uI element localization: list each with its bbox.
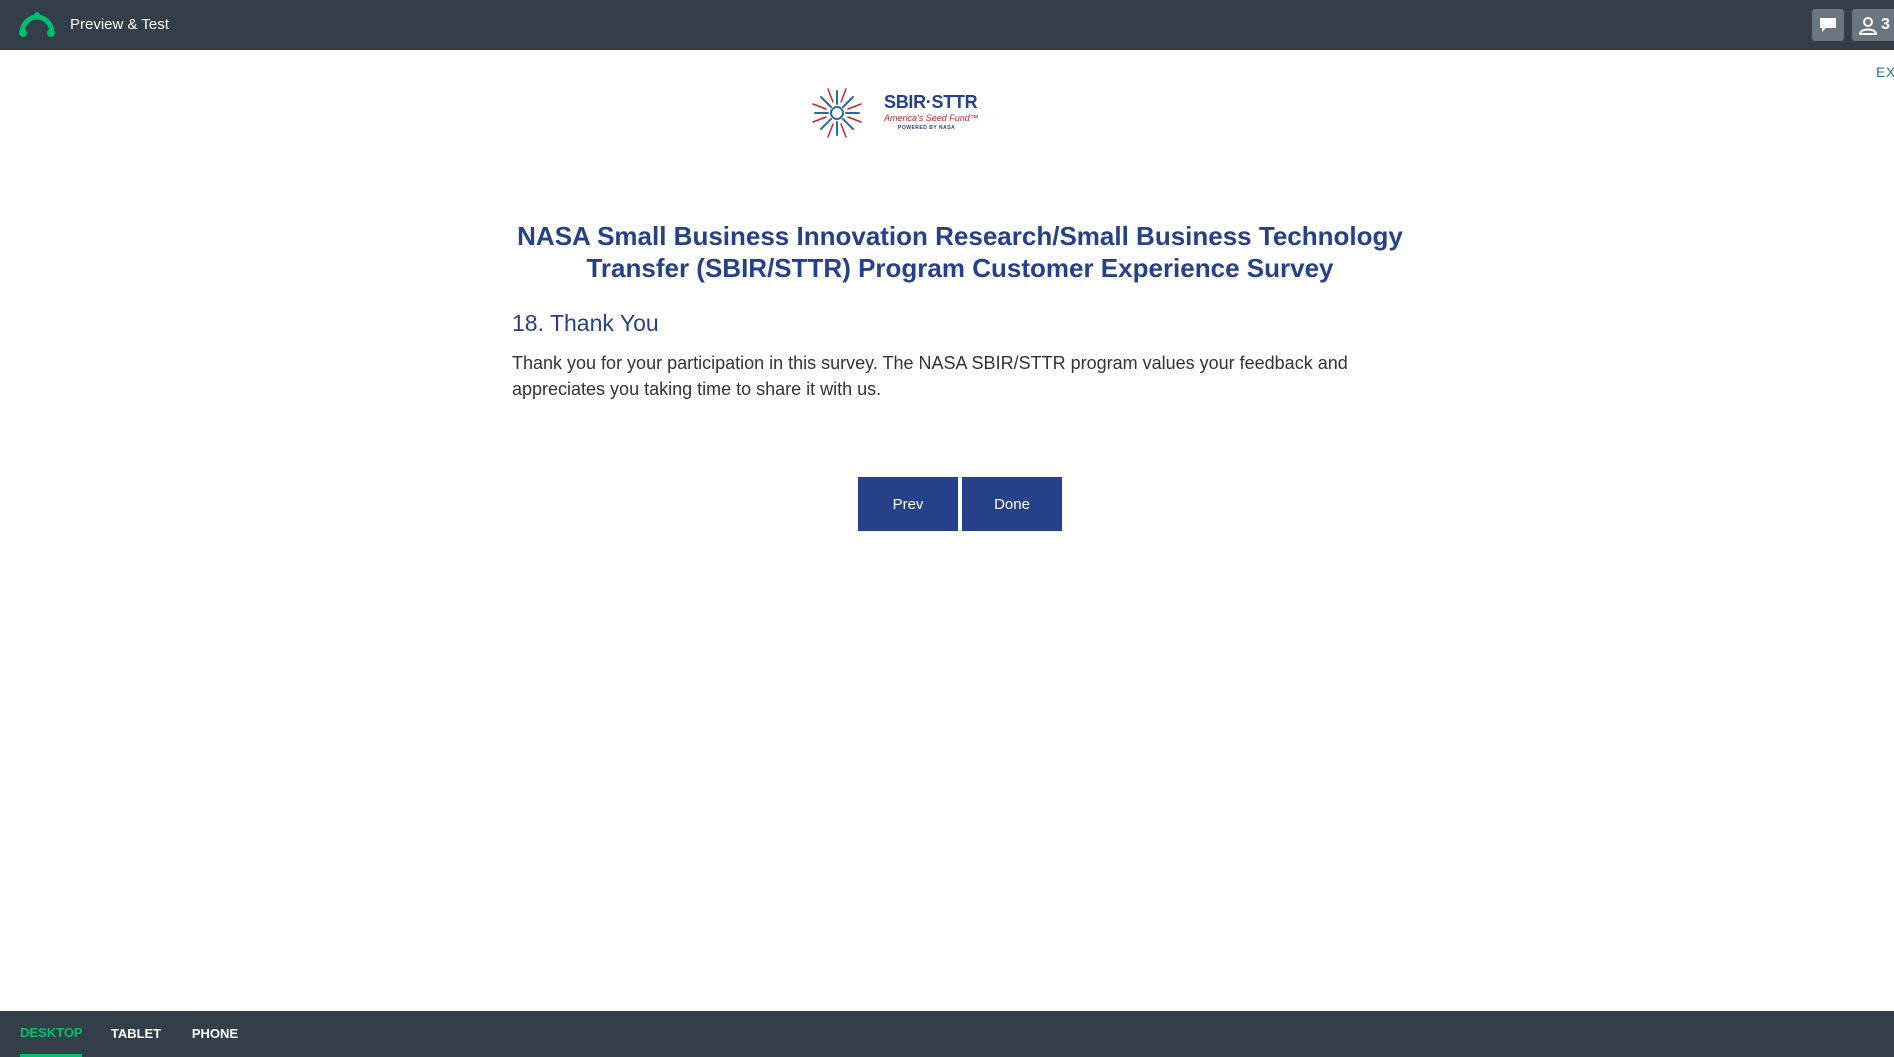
logo-powered-by: POWERED BY NASA [898,125,956,131]
comments-button[interactable] [1812,9,1844,41]
tab-tablet[interactable]: TABLET [110,1011,162,1057]
logo-brand-text: SBIR·STTR [884,92,978,112]
page-body-text: Thank you for your participation in this… [512,353,1348,399]
survey-logo: SBIR·STTR America's Seed Fund™ POWERED B… [808,84,998,142]
sbir-starburst-logo-icon [812,88,862,138]
top-bar: Preview & Test 3 [0,0,1894,50]
comment-icon [1820,18,1836,32]
user-icon [1858,17,1878,35]
device-preview-bar: DESKTOP TABLET PHONE [0,1011,1894,1057]
prev-button[interactable]: Prev [858,477,958,531]
page-title: Preview & Test [70,16,169,33]
page-heading: 18. Thank You [512,310,659,336]
collaborator-count: 3 [1881,16,1890,33]
app-logo-icon[interactable] [18,11,56,39]
tab-desktop[interactable]: DESKTOP [20,1011,83,1057]
tab-phone[interactable]: PHONE [190,1011,240,1057]
exit-preview-link[interactable]: EX [1876,64,1894,80]
collaborators-button[interactable]: 3 [1852,9,1894,41]
logo-tagline: America's Seed Fund™ [884,113,979,123]
survey-title: NASA Small Business Innovation Research/… [517,221,1403,283]
done-button[interactable]: Done [962,477,1062,531]
